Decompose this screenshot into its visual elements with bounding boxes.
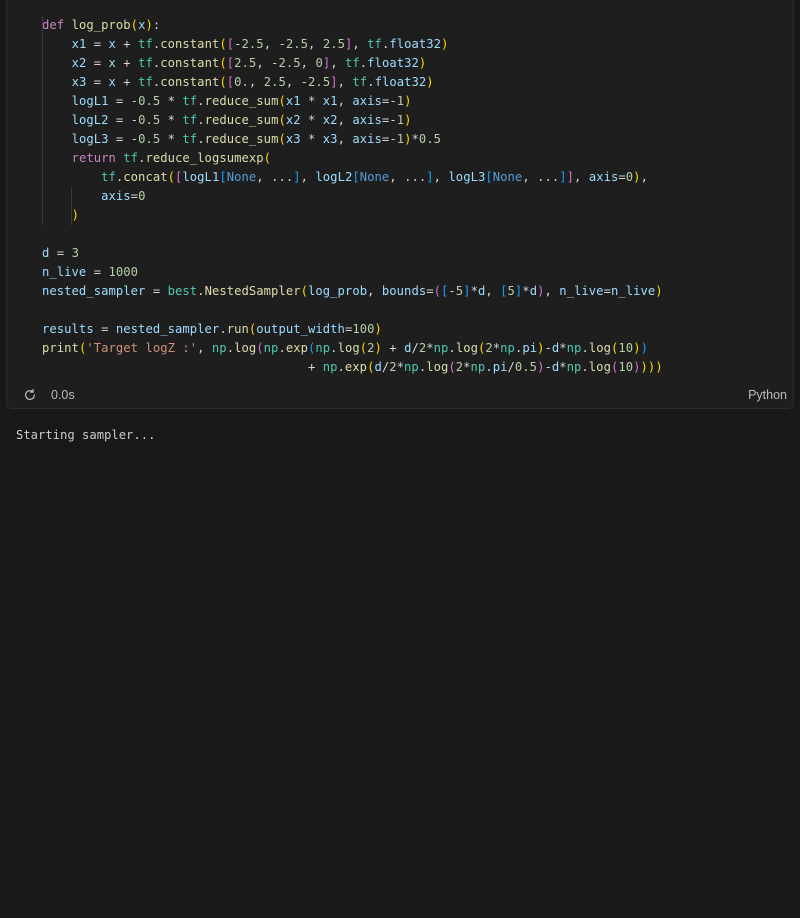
- language-label[interactable]: Python: [748, 388, 787, 402]
- execution-time: 0.0s: [51, 388, 75, 402]
- cell-output: Starting sampler...: [16, 428, 156, 442]
- cell-status-bar: 0.0s Python: [7, 382, 793, 408]
- code-line: axis=0: [101, 189, 146, 203]
- code-line: def log_prob(x):: [42, 18, 161, 32]
- code-lines[interactable]: def log_prob(x): x1 = x + tf.constant([-…: [42, 16, 787, 377]
- code-editor[interactable]: def log_prob(x): x1 = x + tf.constant([-…: [42, 16, 787, 382]
- code-line: logL2 = -0.5 * tf.reduce_sum(x2 * x2, ax…: [71, 113, 412, 127]
- code-line: x3 = x + tf.constant([0., 2.5, -2.5], tf…: [71, 75, 434, 89]
- code-line: print('Target logZ :', np.log(np.exp(np.…: [42, 341, 648, 355]
- code-line: n_live = 1000: [42, 265, 139, 279]
- code-line: x1 = x + tf.constant([-2.5, -2.5, 2.5], …: [71, 37, 449, 51]
- code-line: return tf.reduce_logsumexp(: [71, 151, 272, 165]
- code-line: tf.concat([logL1[None, ...], logL2[None,…: [101, 170, 648, 184]
- indent-guide: [71, 187, 72, 225]
- code-line: nested_sampler = best.NestedSampler(log_…: [42, 284, 663, 298]
- code-line: logL1 = -0.5 * tf.reduce_sum(x1 * x1, ax…: [71, 94, 412, 108]
- code-line: x2 = x + tf.constant([2.5, -2.5, 0], tf.…: [71, 56, 427, 70]
- code-line: logL3 = -0.5 * tf.reduce_sum(x3 * x3, ax…: [71, 132, 442, 146]
- code-line: results = nested_sampler.run(output_widt…: [42, 322, 382, 336]
- code-line: d = 3: [42, 246, 79, 260]
- refresh-icon[interactable]: [23, 388, 37, 402]
- code-cell[interactable]: def log_prob(x): x1 = x + tf.constant([-…: [6, 0, 794, 409]
- indent-guide: [42, 16, 43, 225]
- code-line: + np.exp(d/2*np.log(2*np.pi/0.5)-d*np.lo…: [307, 360, 663, 374]
- code-line: ): [71, 208, 79, 222]
